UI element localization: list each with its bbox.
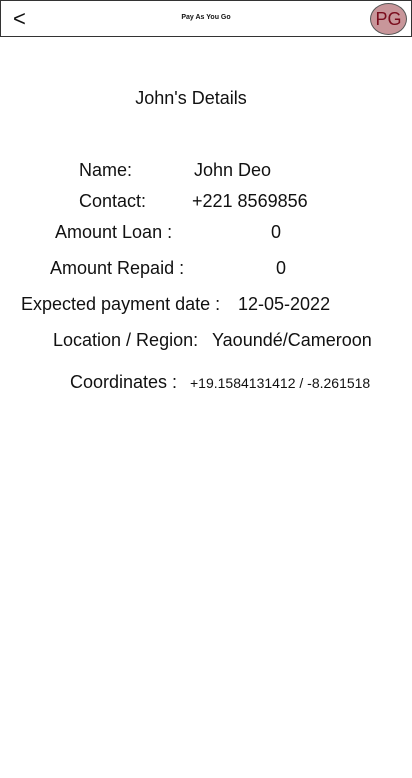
details-screen: < Pay As You Go PG John's Details Name: … [0, 0, 412, 778]
coordinates-value: +19.1584131412 / -8.261518 [190, 375, 371, 391]
name-label: Name: [79, 160, 133, 180]
expected-date-value: 12-05-2022 [238, 294, 331, 314]
contact-value: +221 8569856 [192, 191, 308, 211]
amount-loan-value: 0 [271, 222, 282, 242]
location-value: Yaoundé/Cameroon [212, 330, 372, 350]
location-label: Location / Region: [53, 330, 199, 350]
profile-avatar[interactable]: PG [370, 3, 407, 35]
expected-date-label: Expected payment date : [21, 294, 221, 314]
name-value: John Deo [194, 160, 272, 180]
amount-repaid-label: Amount Repaid : [50, 258, 185, 278]
top-bar: < Pay As You Go PG [0, 0, 412, 37]
coordinates-label: Coordinates : [70, 372, 178, 392]
amount-loan-label: Amount Loan : [55, 222, 173, 242]
avatar-initials: PG [375, 8, 402, 29]
app-title: Pay As You Go [181, 14, 231, 21]
page-title: John's Details [135, 88, 247, 108]
amount-repaid-value: 0 [276, 258, 287, 278]
contact-label: Contact: [79, 191, 147, 211]
